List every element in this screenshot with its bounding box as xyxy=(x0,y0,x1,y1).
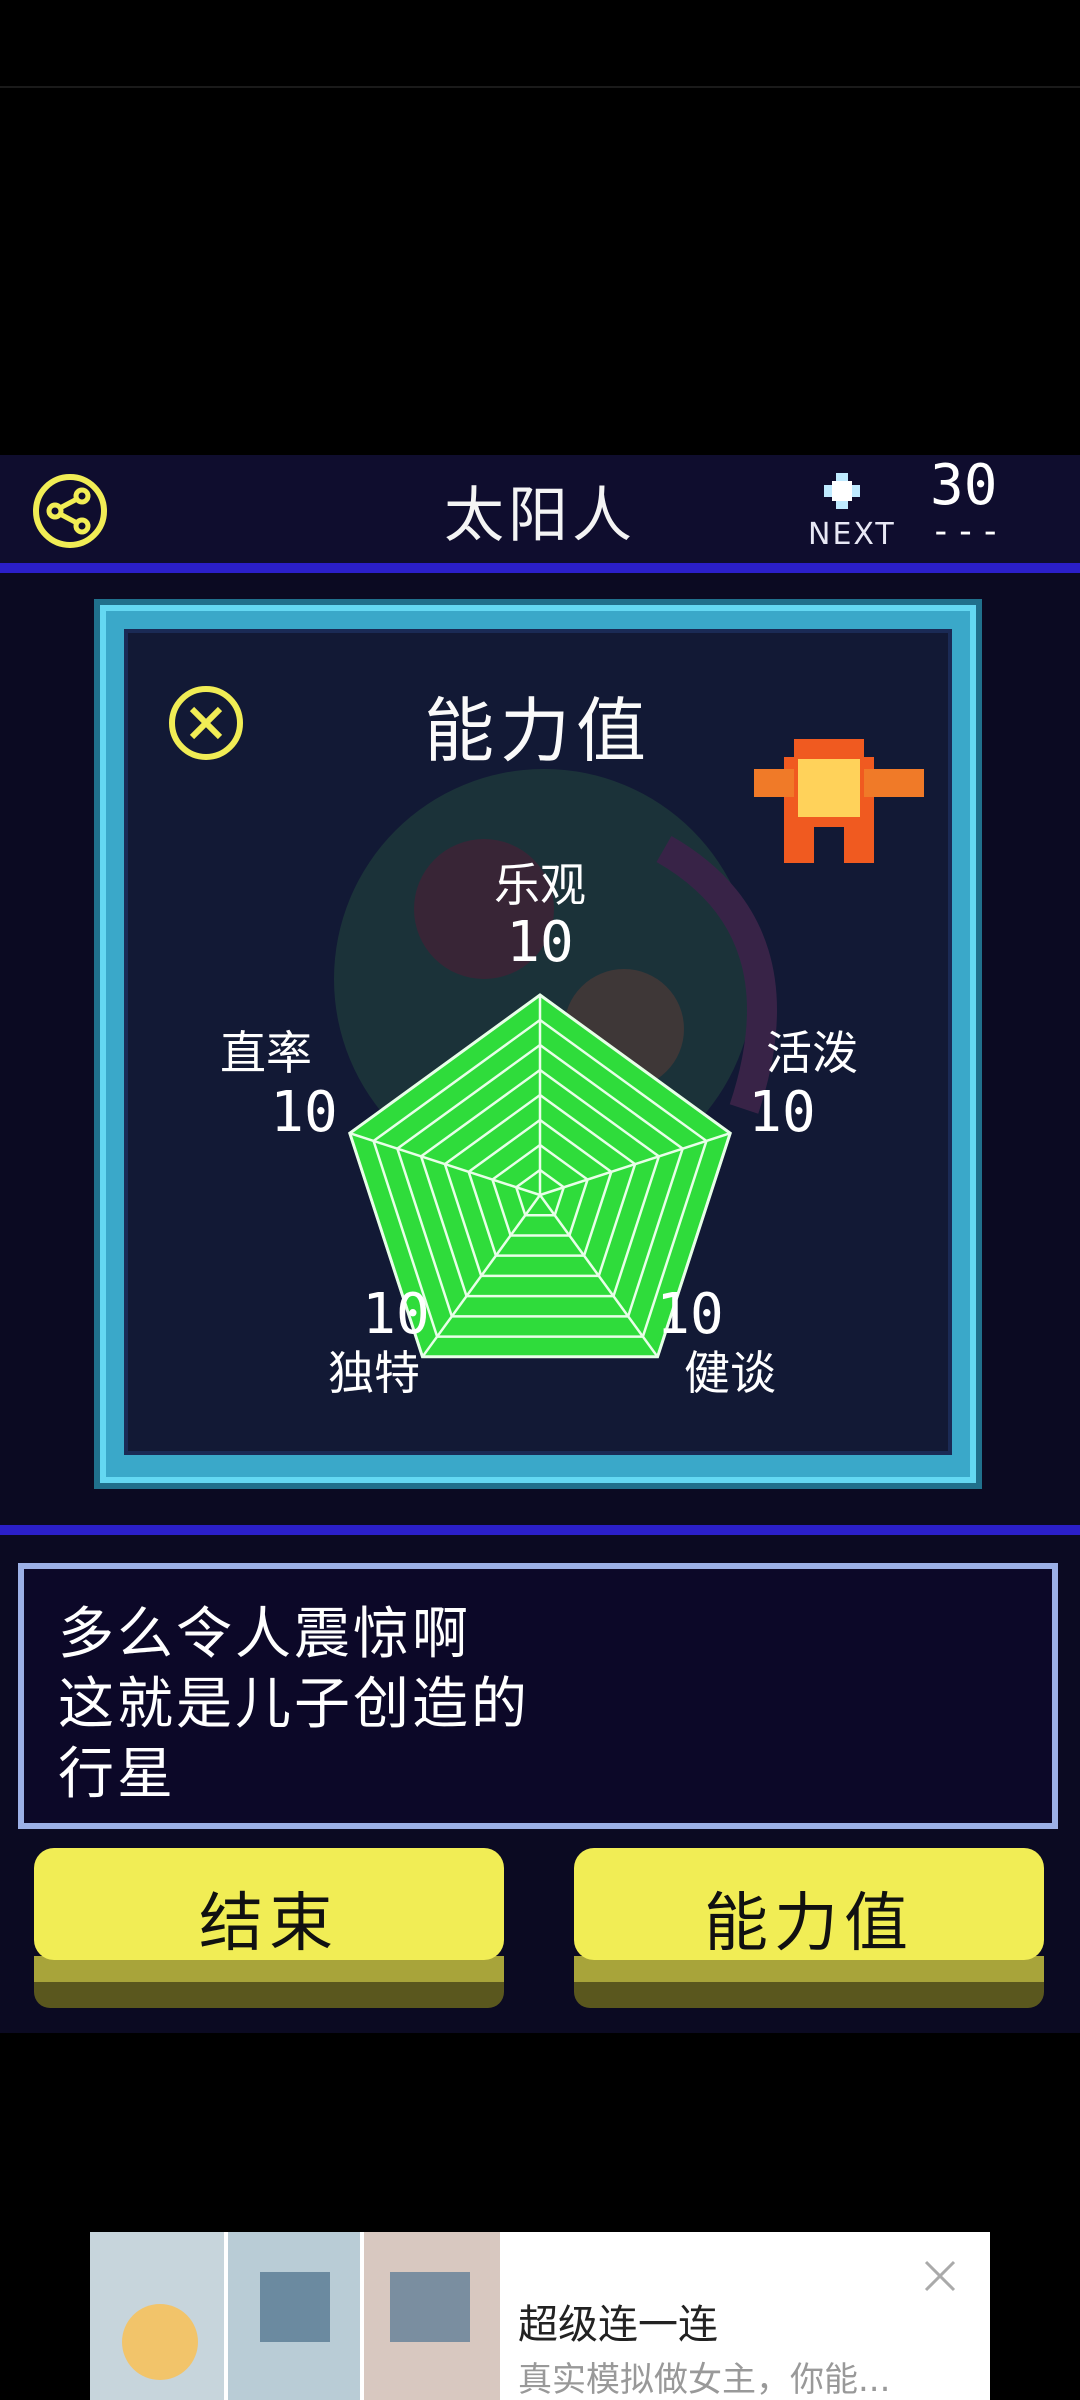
dialogue-line: 行星 xyxy=(58,1742,176,1807)
panel-divider xyxy=(0,1525,1080,1535)
axis-label-talkative: 健谈 xyxy=(684,1346,776,1400)
ad-close-icon[interactable] xyxy=(920,2256,960,2296)
ad-banner[interactable]: 超级连一连 真实模拟做女主，你能... xyxy=(90,2232,990,2400)
dialogue-box: 多么令人震惊啊 这就是儿子创造的 行星 xyxy=(18,1563,1058,1829)
stats-button-label: 能力值 xyxy=(704,1887,914,1961)
divider xyxy=(0,86,1080,88)
next-dash: --- xyxy=(930,511,1005,552)
stats-panel: 能力值 乐观 10 活泼 10 10 健谈 10 独特 直率 10 xyxy=(124,629,952,1455)
sparkle-icon xyxy=(824,473,860,509)
ad-description: 真实模拟做女主，你能... xyxy=(518,2360,891,2400)
header-divider xyxy=(0,563,1080,573)
end-button-label: 结束 xyxy=(199,1887,339,1961)
axis-label-frank: 直率 xyxy=(220,1026,312,1080)
status-area xyxy=(0,0,1080,455)
axis-value-frank: 10 xyxy=(270,1080,337,1145)
stats-button[interactable]: 能力值 xyxy=(574,1848,1044,2008)
axis-label-optimism: 乐观 xyxy=(494,858,586,912)
page-title: 太阳人 xyxy=(444,481,636,551)
ad-image[interactable] xyxy=(90,2232,500,2400)
axis-label-lively: 活泼 xyxy=(766,1026,858,1080)
next-label: NEXT xyxy=(808,517,896,552)
game-header: 太阳人 NEXT 30 --- xyxy=(0,455,1080,563)
axis-label-unique: 独特 xyxy=(328,1346,420,1400)
ad-title: 超级连一连 xyxy=(518,2302,718,2348)
dialogue-line: 这就是儿子创造的 xyxy=(58,1672,530,1737)
dialogue-line: 多么令人震惊啊 xyxy=(58,1602,471,1667)
axis-value-talkative: 10 xyxy=(656,1282,723,1347)
end-button[interactable]: 结束 xyxy=(34,1848,504,2008)
next-value: 30 xyxy=(930,455,998,518)
radar-chart: 乐观 10 活泼 10 10 健谈 10 独特 直率 10 xyxy=(220,858,858,1400)
axis-value-unique: 10 xyxy=(362,1282,429,1347)
game-screen: 太阳人 NEXT 30 --- 能力值 乐观 10 活泼 10 10 健谈 10… xyxy=(0,455,1080,2033)
axis-value-lively: 10 xyxy=(748,1080,815,1145)
axis-value-optimism: 10 xyxy=(506,910,573,975)
